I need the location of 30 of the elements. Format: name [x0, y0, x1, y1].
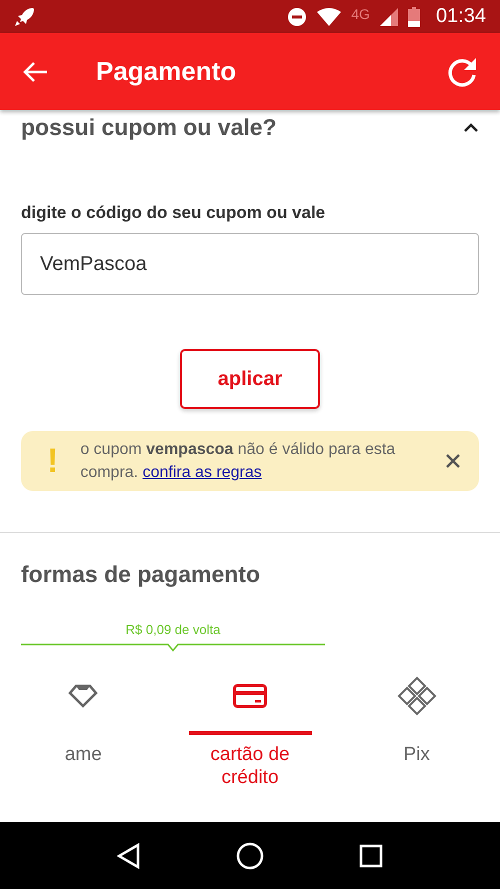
payment-tab[interactable]: cartão de crédito: [166, 675, 334, 789]
payment-tab[interactable]: Pix: [333, 675, 500, 789]
warning-message: o cupom vempascoa não é válido para esta compra. confira as regras: [80, 440, 396, 483]
clock-time: 01:34: [436, 5, 486, 28]
page-title: Pagamento: [96, 56, 238, 87]
rules-link[interactable]: confira as regras: [142, 464, 262, 481]
battery-icon: [408, 6, 420, 26]
apply-button[interactable]: aplicar: [180, 349, 320, 409]
home-nav-button[interactable]: [236, 842, 264, 870]
credit-card-icon: [233, 684, 267, 708]
collapse-button[interactable]: [463, 122, 479, 132]
refresh-button[interactable]: [446, 56, 478, 88]
pix-icon: [396, 676, 437, 716]
close-button[interactable]: [445, 453, 461, 469]
cashback-text: R$ 0,09 de volta: [126, 622, 220, 637]
coupon-field[interactable]: VemPascoa: [21, 233, 479, 295]
recents-nav-button[interactable]: [358, 844, 383, 868]
signal-icon: [380, 8, 398, 26]
wifi-icon: [317, 8, 342, 26]
do-not-disturb-icon: [287, 6, 308, 26]
back-nav-button[interactable]: [117, 842, 142, 868]
diamond-icon: [68, 684, 98, 708]
back-button[interactable]: [22, 60, 48, 82]
network-type: 4G: [351, 6, 370, 22]
warning-icon: !: [47, 442, 58, 480]
payment-heading: formas de pagamento: [21, 561, 261, 588]
rocket-icon: [14, 6, 34, 26]
coupon-heading: possui cupom ou vale?: [21, 114, 277, 141]
payment-tab[interactable]: ame: [0, 675, 167, 789]
coupon-label: digite o código do seu cupom ou vale: [21, 203, 326, 223]
